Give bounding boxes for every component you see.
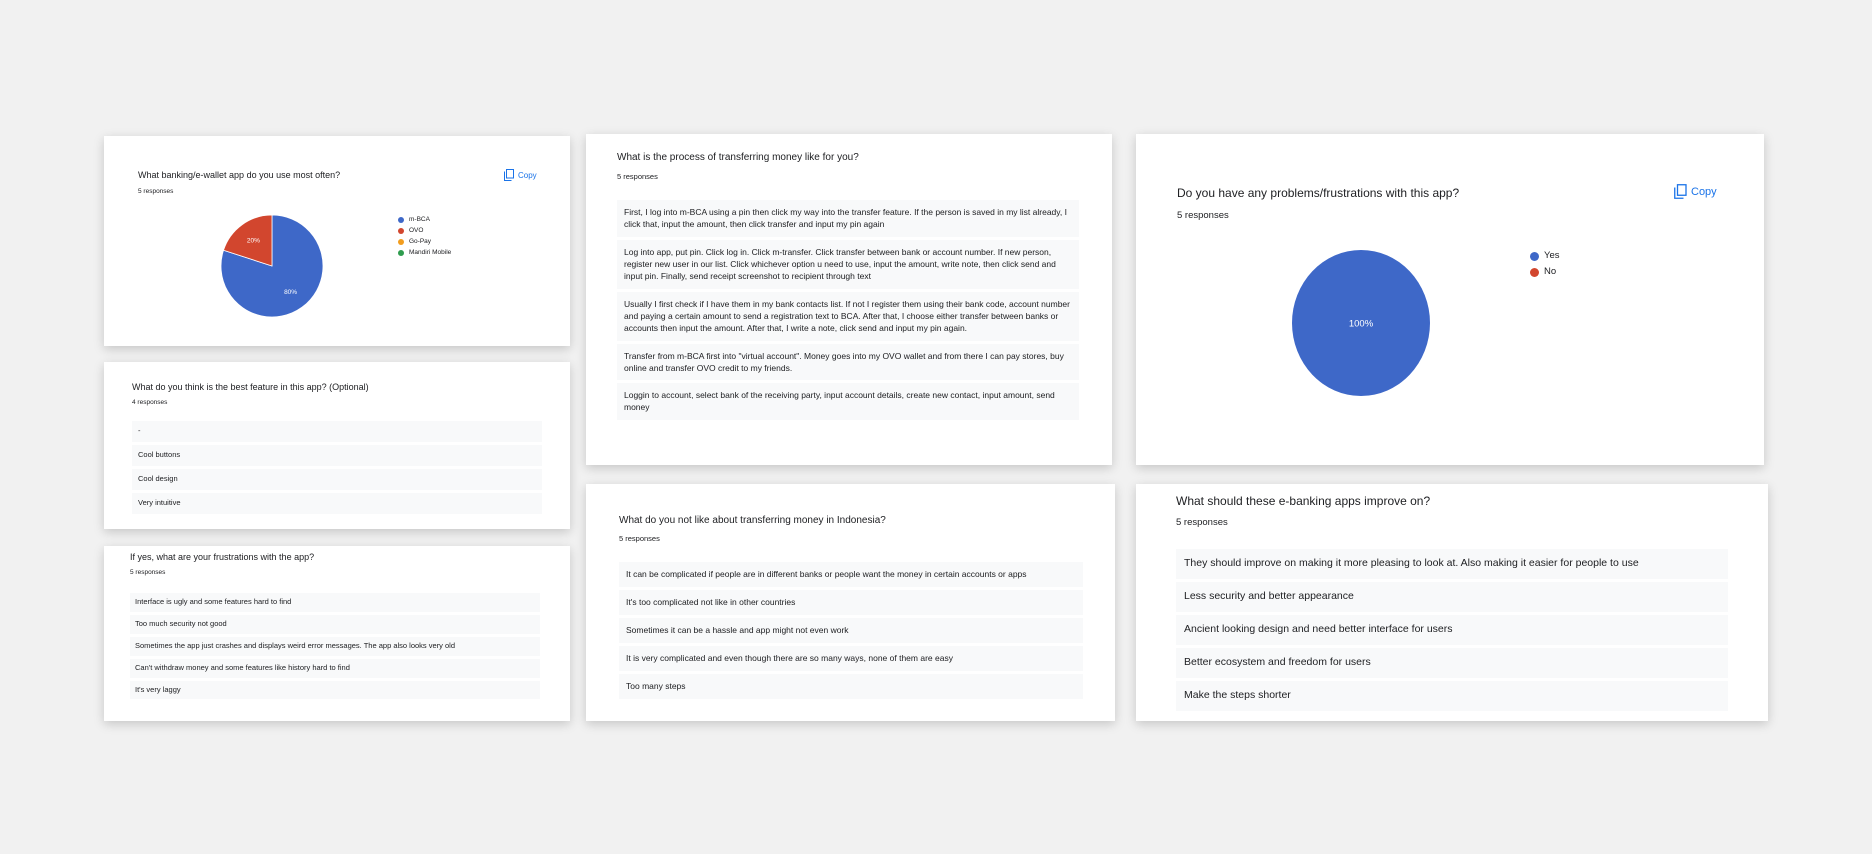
card-best-feature: What do you think is the best feature in…	[104, 362, 570, 529]
list-item: Very intuitive	[132, 492, 542, 514]
list-item: Transfer from m-BCA first into "virtual …	[617, 343, 1079, 381]
list-item: Sometimes the app just crashes and displ…	[130, 636, 540, 656]
list-item: First, I log into m-BCA using a pin then…	[617, 200, 1079, 237]
copy-button[interactable]: Copy	[504, 169, 537, 181]
list-item: Loggin to account, select bank of the re…	[617, 383, 1079, 420]
card-dislikes: What do you not like about transferring …	[586, 484, 1115, 721]
legend-item: Mandiri Mobile	[398, 247, 451, 258]
list-item: Too much security not good	[130, 614, 540, 634]
legend-item: No	[1530, 264, 1560, 280]
copy-button[interactable]: Copy	[1674, 184, 1717, 199]
list-item: Less security and better appearance	[1176, 582, 1728, 612]
list-item: It can be complicated if people are in d…	[619, 562, 1083, 587]
question-title: What do you not like about transferring …	[619, 515, 886, 526]
response-list: - Cool buttons Cool design Very intuitive	[132, 421, 542, 517]
legend-swatch	[398, 249, 404, 256]
response-count: 5 responses	[130, 569, 166, 576]
card-frustrations: If yes, what are your frustrations with …	[104, 546, 570, 721]
copy-label: Copy	[518, 170, 537, 180]
card-transfer-process: What is the process of transferring mone…	[586, 134, 1112, 465]
question-title: What should these e-banking apps improve…	[1176, 494, 1431, 508]
response-count: 5 responses	[138, 188, 174, 195]
list-item: Too many steps	[619, 674, 1083, 699]
list-item: Better ecosystem and freedom for users	[1176, 648, 1728, 678]
legend-label: OVO	[409, 227, 424, 234]
list-item: Log into app, put pin. Click log in. Cli…	[617, 239, 1079, 289]
list-item: Can't withdraw money and some features l…	[130, 658, 540, 678]
list-item: Interface is ugly and some features hard…	[130, 593, 540, 612]
response-count: 5 responses	[619, 534, 660, 543]
response-count: 5 responses	[1177, 210, 1229, 221]
question-title: What is the process of transferring mone…	[617, 152, 859, 163]
list-item: -	[132, 421, 542, 442]
list-item: Cool buttons	[132, 444, 542, 466]
copy-label: Copy	[1691, 185, 1717, 198]
pie-slice-label: 80%	[284, 289, 297, 296]
list-item: It's very laggy	[130, 680, 540, 700]
legend-label: Mandiri Mobile	[409, 249, 452, 256]
response-count: 5 responses	[1176, 517, 1228, 528]
list-item: It is very complicated and even though t…	[619, 646, 1083, 671]
pie-slice-label: 20%	[247, 238, 260, 245]
pie-slice-label: 100%	[1349, 318, 1374, 329]
chart-legend: Yes No	[1530, 248, 1560, 280]
legend-label: No	[1544, 266, 1557, 277]
list-item: Make the steps shorter	[1176, 681, 1728, 711]
copy-icon	[1674, 184, 1687, 199]
list-item: Cool design	[132, 468, 542, 490]
legend-swatch	[398, 227, 404, 234]
question-title: What do you think is the best feature in…	[132, 382, 369, 392]
legend-label: Yes	[1544, 250, 1560, 261]
legend-swatch	[1530, 267, 1539, 277]
list-item: It's too complicated not like in other c…	[619, 590, 1083, 615]
pie-chart: 100%	[1292, 250, 1430, 396]
response-list: Interface is ugly and some features hard…	[130, 593, 540, 702]
pie-chart: 80% 20%	[220, 214, 324, 318]
response-count: 4 responses	[132, 399, 168, 406]
legend-swatch	[398, 216, 404, 223]
chart-legend: m-BCA OVO Go-Pay Mandiri Mobile	[398, 214, 451, 258]
card-problems: Do you have any problems/frustrations wi…	[1136, 134, 1764, 465]
legend-item: Go-Pay	[398, 236, 451, 247]
card-improvements: What should these e-banking apps improve…	[1136, 484, 1768, 721]
card-most-used-app: What banking/e-wallet app do you use mos…	[104, 136, 570, 346]
question-title: If yes, what are your frustrations with …	[130, 552, 315, 562]
legend-label: m-BCA	[409, 216, 430, 223]
legend-swatch	[1530, 251, 1539, 261]
response-count: 5 responses	[617, 172, 658, 181]
response-list: They should improve on making it more pl…	[1176, 549, 1728, 714]
copy-icon	[504, 169, 514, 181]
question-title: What banking/e-wallet app do you use mos…	[138, 170, 341, 180]
list-item: Sometimes it can be a hassle and app mig…	[619, 618, 1083, 643]
legend-item: OVO	[398, 225, 451, 236]
response-list: First, I log into m-BCA using a pin then…	[617, 200, 1079, 423]
legend-item: m-BCA	[398, 214, 451, 225]
legend-label: Go-Pay	[409, 238, 432, 245]
response-list: It can be complicated if people are in d…	[619, 562, 1083, 702]
list-item: Ancient looking design and need better i…	[1176, 615, 1728, 645]
legend-swatch	[398, 238, 404, 245]
list-item: They should improve on making it more pl…	[1176, 549, 1728, 579]
question-title: Do you have any problems/frustrations wi…	[1177, 186, 1460, 200]
list-item: Usually I first check if I have them in …	[617, 291, 1079, 341]
legend-item: Yes	[1530, 248, 1560, 264]
